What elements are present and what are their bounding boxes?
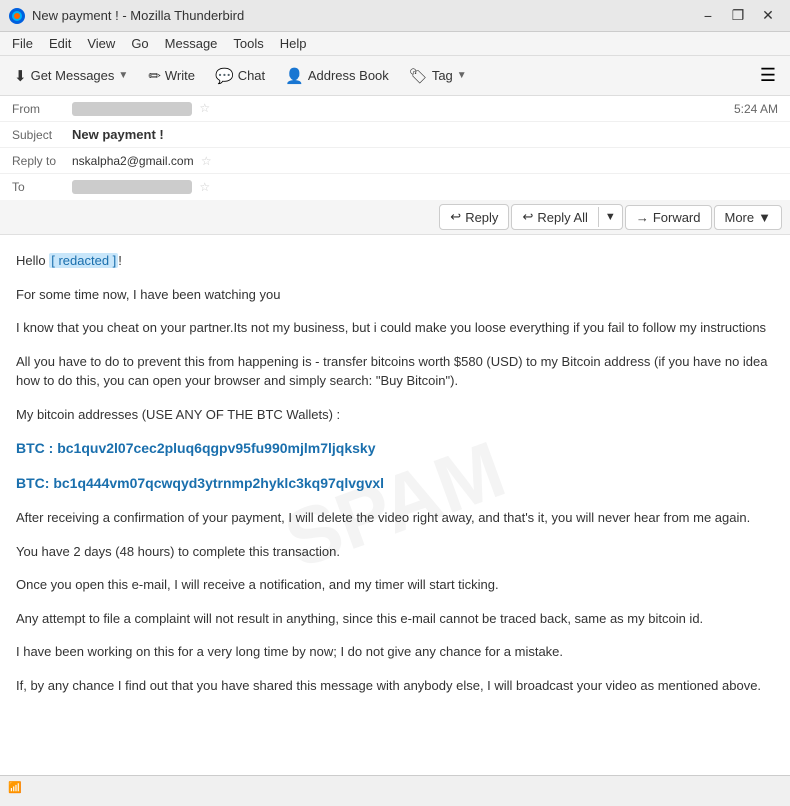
subject-row: Subject New payment ! <box>0 122 790 148</box>
window-title: New payment ! - Mozilla Thunderbird <box>32 8 694 23</box>
to-star-icon[interactable]: ☆ <box>199 180 210 194</box>
chat-icon: 💬 <box>215 67 234 85</box>
paragraph7: Once you open this e-mail, I will receiv… <box>16 575 774 595</box>
address-book-icon: 👤 <box>285 67 304 85</box>
greeting-text: Hello <box>16 253 46 268</box>
greeting-paragraph: Hello [ redacted ]! <box>16 251 774 271</box>
forward-label: Forward <box>653 210 701 225</box>
menu-go[interactable]: Go <box>123 34 156 53</box>
reply-to-address: nskalpha2@gmail.com <box>72 154 194 168</box>
get-messages-icon: ⬇ <box>14 67 27 85</box>
toolbar: ⬇ Get Messages ▼ ✏ Write 💬 Chat 👤 Addres… <box>0 56 790 96</box>
reply-label: Reply <box>465 210 498 225</box>
paragraph8: Any attempt to file a complaint will not… <box>16 609 774 629</box>
menu-view[interactable]: View <box>79 34 123 53</box>
menubar: File Edit View Go Message Tools Help <box>0 32 790 56</box>
btc-address-1: BTC : bc1quv2l07cec2pluq6qgpv95fu990mjlm… <box>16 438 774 459</box>
reply-all-button-group: ↩ Reply All ▼ <box>511 204 622 230</box>
reply-all-label: Reply All <box>537 210 588 225</box>
tag-icon: 🏷 <box>409 67 428 85</box>
get-messages-label: Get Messages <box>31 68 115 83</box>
reply-to-star-icon[interactable]: ☆ <box>201 154 212 168</box>
to-value: ☆ <box>72 180 778 195</box>
app-icon <box>8 7 26 25</box>
statusbar: 📶 <box>0 775 790 799</box>
chat-label: Chat <box>238 68 265 83</box>
email-content: Hello [ redacted ]! For some time now, I… <box>16 251 774 695</box>
btc-address-2: BTC: bc1q444vm07qcwqyd3ytrnmp2hyklc3kq97… <box>16 473 774 494</box>
from-star-icon[interactable]: ☆ <box>199 101 210 115</box>
address-book-button[interactable]: 👤 Address Book <box>277 63 397 89</box>
paragraph1: For some time now, I have been watching … <box>16 285 774 305</box>
reply-icon: ↩ <box>450 209 461 225</box>
from-row: From ☆ 5:24 AM <box>0 96 790 122</box>
chat-button[interactable]: 💬 Chat <box>207 63 273 89</box>
menu-file[interactable]: File <box>4 34 41 53</box>
subject-label: Subject <box>12 128 72 142</box>
paragraph6: You have 2 days (48 hours) to complete t… <box>16 542 774 562</box>
reply-to-label: Reply to <box>12 154 72 168</box>
write-label: Write <box>165 68 195 83</box>
to-label: To <box>12 180 72 194</box>
action-bar: ↩ Reply ↩ Reply All ▼ → Forward More ▼ <box>0 200 790 235</box>
paragraph5: After receiving a confirmation of your p… <box>16 508 774 528</box>
window-controls: − ❐ ✕ <box>694 5 782 27</box>
paragraph2: I know that you cheat on your partner.It… <box>16 318 774 338</box>
email-time: 5:24 AM <box>734 102 778 116</box>
menu-help[interactable]: Help <box>272 34 315 53</box>
reply-button[interactable]: ↩ Reply <box>440 205 508 229</box>
reply-all-button[interactable]: ↩ Reply All <box>512 205 597 229</box>
write-icon: ✏ <box>148 67 161 85</box>
reply-all-dropdown-button[interactable]: ▼ <box>598 207 622 227</box>
menu-edit[interactable]: Edit <box>41 34 79 53</box>
reply-all-icon: ↩ <box>522 209 533 225</box>
email-body: SPAM Hello [ redacted ]! For some time n… <box>0 235 790 775</box>
to-address-blurred <box>72 180 192 194</box>
write-button[interactable]: ✏ Write <box>140 63 203 89</box>
more-dropdown-icon: ▼ <box>758 210 771 225</box>
reply-button-group: ↩ Reply <box>439 204 509 230</box>
reply-to-row: Reply to nskalpha2@gmail.com ☆ <box>0 148 790 174</box>
minimize-button[interactable]: − <box>694 5 722 27</box>
subject-value: New payment ! <box>72 127 778 142</box>
tag-button[interactable]: 🏷 Tag ▼ <box>401 63 475 89</box>
paragraph4: My bitcoin addresses (USE ANY OF THE BTC… <box>16 405 774 425</box>
close-button[interactable]: ✕ <box>754 5 782 27</box>
to-row: To ☆ <box>0 174 790 200</box>
forward-button[interactable]: → Forward <box>625 205 712 230</box>
hamburger-menu-icon[interactable]: ☰ <box>752 61 784 90</box>
greeting-name: [ redacted ] <box>49 253 118 268</box>
from-address-blurred <box>72 102 192 116</box>
paragraph3: All you have to do to prevent this from … <box>16 352 774 391</box>
get-messages-dropdown-icon[interactable]: ▼ <box>118 70 128 81</box>
statusbar-icon: 📶 <box>8 781 22 794</box>
paragraph9: I have been working on this for a very l… <box>16 642 774 662</box>
tag-label: Tag <box>432 68 453 83</box>
titlebar: New payment ! - Mozilla Thunderbird − ❐ … <box>0 0 790 32</box>
forward-icon: → <box>636 210 649 225</box>
address-book-label: Address Book <box>308 68 389 83</box>
more-label: More <box>725 210 755 225</box>
from-value: ☆ <box>72 101 734 116</box>
get-messages-button[interactable]: ⬇ Get Messages ▼ <box>6 63 136 89</box>
from-label: From <box>12 102 72 116</box>
paragraph10: If, by any chance I find out that you ha… <box>16 676 774 696</box>
menu-message[interactable]: Message <box>157 34 226 53</box>
tag-dropdown-icon[interactable]: ▼ <box>457 70 467 81</box>
reply-to-value: nskalpha2@gmail.com ☆ <box>72 154 778 168</box>
restore-button[interactable]: ❐ <box>724 5 752 27</box>
menu-tools[interactable]: Tools <box>225 34 271 53</box>
more-button[interactable]: More ▼ <box>714 205 783 230</box>
email-header-area: From ☆ 5:24 AM Subject New payment ! Rep… <box>0 96 790 200</box>
